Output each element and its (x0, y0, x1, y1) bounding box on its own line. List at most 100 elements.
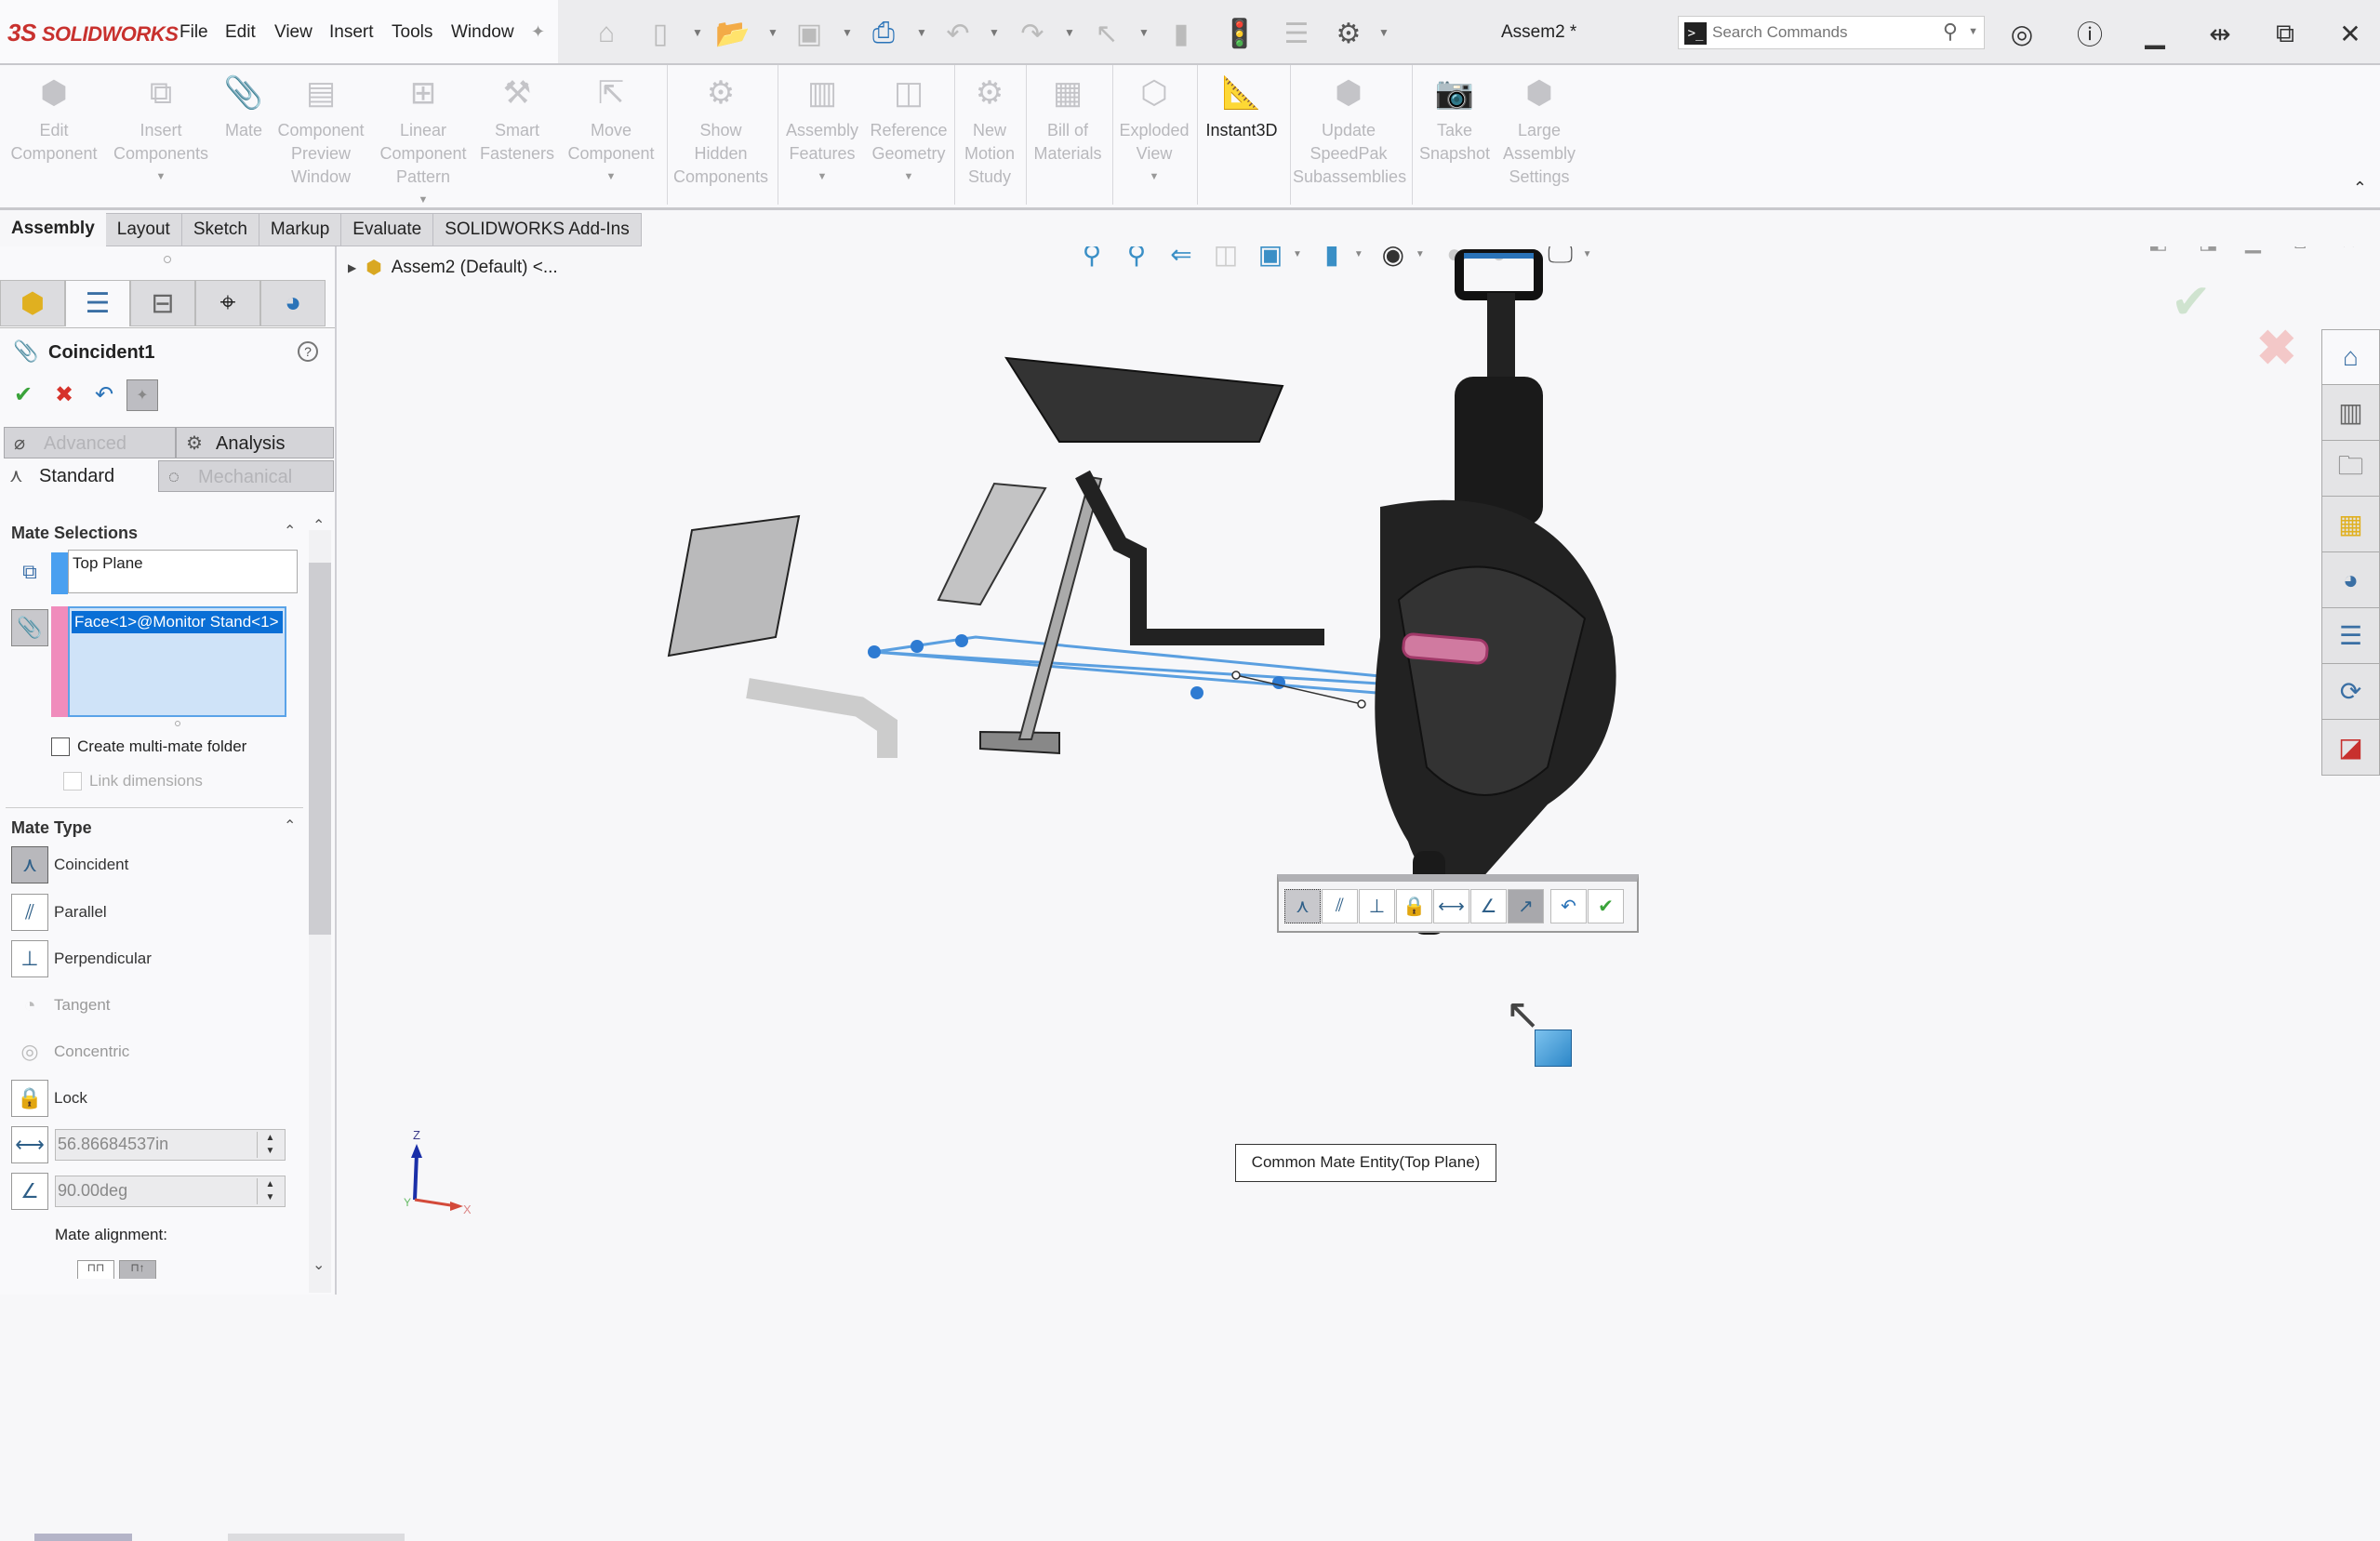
menu-insert[interactable]: Insert (329, 22, 374, 43)
mate-button[interactable]: 📎 Mate (220, 73, 267, 142)
common-mate-entity-icon[interactable]: 📎 (11, 609, 48, 646)
aligned-button[interactable]: ⊓⊓ (77, 1260, 114, 1279)
menu-window[interactable]: Window (451, 22, 514, 43)
tab-layout[interactable]: Layout (105, 213, 182, 246)
options-gear-icon[interactable]: ⚙ (1330, 15, 1367, 52)
close-button[interactable]: ✕ (2330, 13, 2371, 54)
help-icon[interactable]: ? (298, 341, 318, 362)
collapse-section-icon[interactable]: ⌃ (284, 817, 296, 835)
select-icon[interactable]: ↖ (1088, 15, 1125, 52)
menu-view[interactable]: View (274, 22, 312, 43)
view-palette-tab[interactable]: ▦ (2321, 497, 2380, 552)
scroll-down-icon[interactable]: ⌄ (312, 1255, 325, 1274)
restore-button[interactable]: ⧉ (2265, 13, 2306, 54)
edit-component-button[interactable]: ⬢ Edit Component (7, 73, 100, 166)
file-properties-icon[interactable]: ☰ (1278, 15, 1315, 52)
solidworks-forum-tab[interactable]: ⟳ (2321, 664, 2380, 720)
keep-visible-pin-button[interactable]: ✦ (126, 379, 158, 411)
file-explorer-tab[interactable]: 🗀 (2321, 441, 2380, 497)
print-dropdown-icon[interactable]: ▼ (916, 26, 927, 39)
dropdown-icon[interactable]: ▼ (561, 166, 661, 189)
dropdown-icon[interactable]: ▼ (867, 166, 951, 189)
undo-icon[interactable]: ↶ (939, 15, 977, 52)
undo-dropdown-icon[interactable]: ▼ (989, 26, 1000, 39)
mate-type-tangent[interactable]: ◔ Tangent (11, 987, 110, 1024)
tab-advanced[interactable]: ⌀ Advanced (4, 427, 176, 458)
popup-lock-icon[interactable]: 🔒 (1396, 889, 1432, 923)
open-dropdown-icon[interactable]: ▼ (767, 26, 778, 39)
new-document-icon[interactable]: ▯ (642, 15, 679, 52)
exercise-bike-model[interactable] (1375, 249, 1616, 935)
selected-entity[interactable]: Face<1>@Monitor Stand<1> (72, 611, 283, 633)
mate-type-concentric[interactable]: ◎ Concentric (11, 1033, 129, 1070)
large-assembly-settings-button[interactable]: ⬢ Large Assembly Settings (1497, 73, 1581, 189)
popup-ok-icon[interactable]: ✔ (1588, 889, 1624, 923)
insert-components-button[interactable]: ⧉ Insert Components ▼ (109, 73, 213, 189)
popup-perpendicular-icon[interactable]: ⊥ (1359, 889, 1395, 923)
solidworks-resources-tab[interactable]: ⌂ (2321, 329, 2380, 385)
scroll-up-icon[interactable]: ⌃ (312, 516, 325, 535)
checkbox[interactable] (63, 772, 82, 790)
graphics-area[interactable]: ▶ ⬢ Assem2 (Default) <... ⚲ ⚲ ⇐ ◫ ▣ ▼ ▮ ▼ … (339, 246, 2380, 1295)
popup-parallel-icon[interactable]: ⫽ (1322, 889, 1358, 923)
menu-edit[interactable]: Edit (225, 22, 256, 43)
new-dropdown-icon[interactable]: ▼ (692, 26, 703, 39)
monitor-stand-model[interactable] (667, 356, 1324, 758)
options-dropdown-icon[interactable]: ▼ (1378, 26, 1389, 39)
rebuild-icon[interactable]: ▮ (1163, 15, 1200, 52)
tab-solidworks-add-ins[interactable]: SOLIDWORKS Add-Ins (433, 213, 642, 246)
distance-value-field[interactable]: 56.86684537in ▲ ▼ (55, 1129, 286, 1161)
propertymanager-tab[interactable]: ☰ (65, 280, 130, 326)
menu-tools[interactable]: Tools (392, 22, 432, 43)
appearances-tab[interactable]: ◕ (2321, 552, 2380, 608)
link-dimensions-checkbox[interactable]: Link dimensions (63, 772, 203, 790)
bill-of-materials-button[interactable]: ▦ Bill of Materials (1030, 73, 1106, 166)
angle-icon[interactable]: ∠ (11, 1173, 48, 1210)
tab-mechanical[interactable]: ◌ Mechanical (158, 460, 334, 492)
new-motion-study-button[interactable]: ⚙ New Motion Study (958, 73, 1021, 189)
search-input[interactable] (1712, 20, 1935, 45)
tab-assembly[interactable]: Assembly (0, 213, 106, 246)
open-icon[interactable]: 📂 (714, 15, 751, 52)
redo-icon[interactable]: ↷ (1014, 15, 1051, 52)
tab-sketch[interactable]: Sketch (181, 213, 259, 246)
save-dropdown-icon[interactable]: ▼ (842, 26, 853, 39)
component-preview-window-button[interactable]: ▤ Component Preview Window (272, 73, 370, 189)
cancel-button[interactable]: ✖ (48, 379, 80, 411)
dropdown-icon[interactable]: ▼ (109, 166, 213, 189)
dropdown-icon[interactable]: ▼ (377, 189, 470, 212)
undo-button[interactable]: ↶ (88, 379, 120, 411)
tab-evaluate[interactable]: Evaluate (341, 213, 434, 246)
move-component-button[interactable]: ⇱ Move Component ▼ (561, 73, 661, 189)
parallel-icon[interactable]: ⫽ (11, 894, 48, 931)
ok-button[interactable]: ✔ (7, 379, 39, 411)
tab-analysis[interactable]: ⚙ Analysis (176, 427, 334, 458)
menu-file[interactable]: File (179, 22, 208, 43)
tab-standard[interactable]: ⋏ Standard (0, 460, 158, 492)
solidworks-logo[interactable]: 3S SOLIDWORKS (7, 19, 179, 47)
help-icon[interactable]: ⓘ (2069, 13, 2110, 54)
popup-flip-alignment-icon[interactable]: ↗ (1508, 889, 1544, 923)
home-icon[interactable]: ⌂ (588, 15, 625, 52)
mate-type-parallel[interactable]: ⫽ Parallel (11, 894, 107, 931)
featuremanager-tab[interactable]: ⬢ (0, 280, 65, 326)
popup-angle-icon[interactable]: ∠ (1470, 889, 1507, 923)
design-library-tab[interactable]: ▥ (2321, 385, 2380, 441)
mate-entity2-list[interactable]: Face<1>@Monitor Stand<1> (68, 606, 286, 717)
mate-type-lock[interactable]: 🔒 Lock (11, 1080, 87, 1117)
popup-coincident-icon[interactable]: ⋏ (1284, 889, 1321, 923)
print-icon[interactable]: ⎙ (865, 15, 902, 52)
search-icon[interactable]: ⚲ (1943, 20, 1958, 44)
take-snapshot-button[interactable]: 📷 Take Snapshot (1416, 73, 1494, 166)
distance-icon[interactable]: ⟷ (11, 1126, 48, 1163)
tab-motion-study-1[interactable]: Motion Study 1 (228, 1534, 405, 1541)
panel-scrollbar-thumb[interactable] (309, 563, 331, 935)
checkbox[interactable] (51, 737, 70, 756)
popup-undo-icon[interactable]: ↶ (1550, 889, 1587, 923)
add-in-tab[interactable]: ◪ (2321, 720, 2380, 776)
minimize-button[interactable]: ▁ (2134, 13, 2175, 54)
perpendicular-icon[interactable]: ⊥ (11, 940, 48, 977)
distance-spinner[interactable]: ▲ ▼ (257, 1132, 283, 1158)
select-dropdown-icon[interactable]: ▼ (1138, 26, 1150, 39)
panel-splitter-handle[interactable] (164, 256, 171, 263)
